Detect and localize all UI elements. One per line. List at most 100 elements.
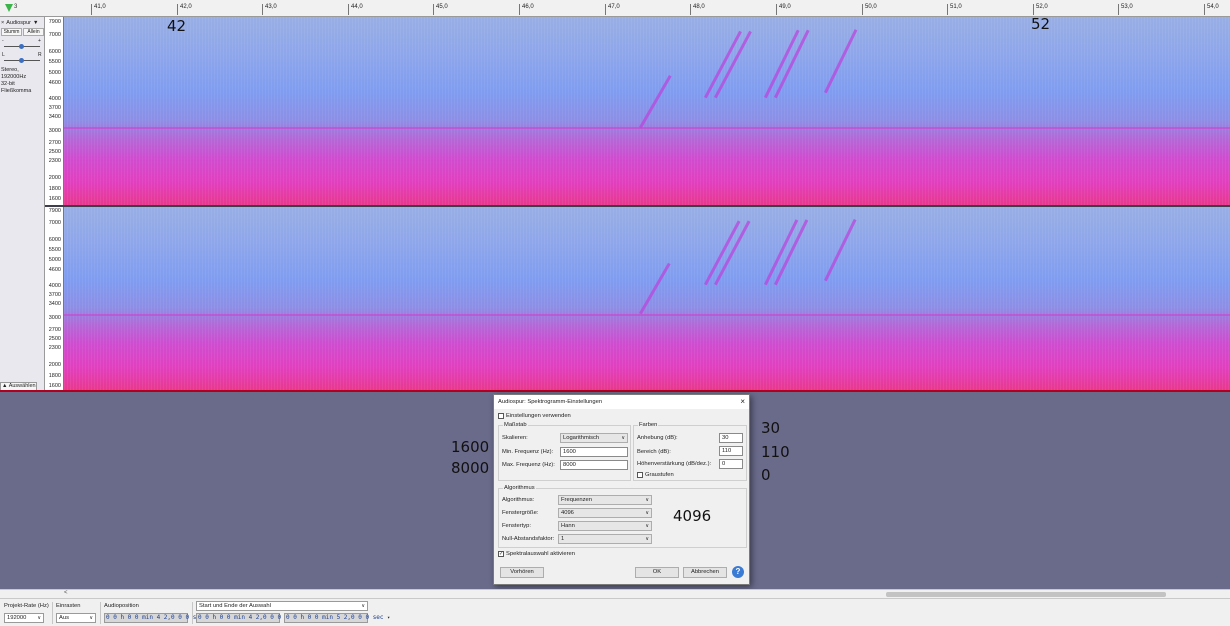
spectral-streak	[824, 218, 857, 282]
annotation-end-time: 52	[1031, 15, 1051, 33]
spectral-selection-checkbox[interactable]: ✓ Spektralauswahl aktivieren	[498, 551, 575, 557]
selection-mode-dropdown[interactable]: Start und Ende der Auswahl ∨	[196, 601, 368, 611]
window-type-value: Hann	[561, 523, 575, 529]
freq-scale-label: 2000	[48, 362, 61, 368]
window-size-label: Fenstergröße:	[502, 510, 539, 516]
solo-button[interactable]: Allein	[23, 28, 44, 36]
cancel-button[interactable]: Abbrechen	[683, 567, 727, 578]
spectral-streak	[704, 220, 741, 286]
track-name[interactable]: Audiospur	[6, 20, 31, 26]
selection-start-value: 0 0 h 0 0 min 4 2,0 0 0 sec	[198, 614, 296, 621]
ruler-tick: 51,0	[947, 4, 962, 15]
freq-scale-label: 3000	[48, 128, 61, 134]
scaling-label: Skalieren:	[502, 435, 528, 441]
scrollbar-thumb[interactable]	[886, 592, 1166, 597]
freq-scale-label: 3400	[48, 114, 61, 120]
use-settings-label: Einstellungen verwenden	[506, 413, 571, 419]
range-label: Bereich (dB):	[637, 449, 671, 455]
ruler-tick: 48,0	[690, 4, 705, 15]
selection-start-field[interactable]: 0 0 h 0 0 min 4 2,0 0 0 sec ▾	[196, 613, 302, 623]
grayscale-checkbox[interactable]: Graustufen	[637, 472, 674, 478]
scroll-left-icon[interactable]: <	[64, 590, 68, 596]
ok-button[interactable]: OK	[635, 567, 679, 578]
use-settings-checkbox[interactable]: Einstellungen verwenden	[498, 413, 571, 419]
high-boost-field[interactable]: 0	[719, 459, 743, 469]
chevron-down-icon: ∨	[645, 523, 649, 529]
scaling-dropdown[interactable]: Logarithmisch ∨	[560, 433, 628, 443]
min-frequency-field[interactable]: 1600	[560, 447, 628, 457]
ruler-tick: 43,0	[262, 4, 277, 15]
close-icon[interactable]: ×	[1, 20, 4, 26]
freq-scale-label: 2300	[48, 345, 61, 351]
checkbox-box[interactable]	[637, 472, 643, 478]
selection-end-field[interactable]: 0 0 h 0 0 min 5 2,0 0 0 sec ▾	[284, 613, 390, 623]
selection-toolbar: Projekt-Rate (Hz) 192000 ∨ Einrasten Aus…	[0, 598, 1230, 626]
freq-scale-label: 7000	[48, 220, 61, 226]
close-icon[interactable]: ×	[740, 396, 745, 408]
range-field[interactable]: 110	[719, 446, 743, 456]
window-type-dropdown[interactable]: Hann ∨	[558, 521, 652, 531]
freq-scale-label: 5500	[48, 247, 61, 253]
snap-dropdown[interactable]: Aus ∨	[56, 613, 96, 623]
spectral-band	[64, 314, 1230, 316]
freq-scale-label: 1800	[48, 186, 61, 192]
spectral-streak	[639, 262, 671, 315]
freq-scale-label: 3700	[48, 292, 61, 298]
algorithm-dropdown[interactable]: Frequenzen ∨	[558, 495, 652, 505]
audio-position-field[interactable]: 0 0 h 0 0 min 4 2,0 0 0 sec ▾	[104, 613, 210, 623]
project-rate-label: Projekt-Rate (Hz)	[4, 603, 49, 609]
frequency-scale-right: 7900 7000 6000 5500 5000 4600 4000 3700 …	[45, 207, 64, 390]
ruler-tick: 52,0	[1033, 4, 1048, 15]
play-head-icon[interactable]	[4, 3, 14, 13]
ruler-tick: 41,0	[91, 4, 106, 15]
window-size-dropdown[interactable]: 4096 ∨	[558, 508, 652, 518]
track-bit-depth: 32-bit Fließkomma	[1, 81, 32, 94]
ruler-tick: 42,0	[177, 4, 192, 15]
collapse-arrow-icon: ▲	[2, 383, 8, 389]
chevron-down-icon[interactable]: ▾	[387, 615, 390, 621]
window-type-label: Fenstertyp:	[502, 523, 531, 529]
gain-minus-label: -	[2, 38, 4, 44]
preview-button[interactable]: Vorhören	[500, 567, 544, 578]
checkbox-box[interactable]: ✓	[498, 551, 504, 557]
chevron-down-icon: ∨	[645, 497, 649, 503]
play-head-count: 3	[14, 4, 18, 10]
dialog-title-bar[interactable]: Audiospur: Spektrogramm-Einstellungen ×	[494, 395, 749, 409]
colors-group-title: Farben	[638, 422, 659, 428]
gain-plus-label: +	[38, 38, 41, 44]
freq-scale-label: 1600	[48, 196, 61, 202]
spectral-selection-label: Spektralauswahl aktivieren	[506, 551, 575, 557]
zero-padding-label: Null-Abstandsfaktor:	[502, 536, 555, 542]
gain-slider-knob[interactable]	[19, 44, 24, 49]
gain-field[interactable]: 30	[719, 433, 743, 443]
chevron-down-icon[interactable]: ▼	[33, 20, 38, 26]
freq-scale-label: 4000	[48, 96, 61, 102]
freq-scale-label: 2500	[48, 336, 61, 342]
annotation-min-frequency: 1600	[451, 438, 490, 456]
max-frequency-field[interactable]: 8000	[560, 460, 628, 470]
selection-mode-value: Start und Ende der Auswahl	[199, 603, 271, 609]
ruler-tick: 44,0	[348, 4, 363, 15]
help-icon[interactable]: ?	[732, 566, 744, 578]
ruler-tick: 50,0	[862, 4, 877, 15]
dialog-title: Audiospur: Spektrogramm-Einstellungen	[498, 399, 603, 405]
freq-scale-label: 2700	[48, 140, 61, 146]
spectrogram-channel-left[interactable]	[64, 17, 1230, 205]
ruler-tick: 47,0	[605, 4, 620, 15]
horizontal-scrollbar[interactable]: <	[0, 589, 1230, 598]
spectrogram-channel-right[interactable]	[64, 207, 1230, 390]
project-rate-dropdown[interactable]: 192000 ∨	[4, 613, 44, 623]
freq-scale-label: 2300	[48, 158, 61, 164]
pan-slider-knob[interactable]	[19, 58, 24, 63]
checkbox-box[interactable]	[498, 413, 504, 419]
mute-button[interactable]: Stumm	[1, 28, 22, 36]
spectral-streak	[824, 29, 858, 94]
zero-padding-dropdown[interactable]: 1 ∨	[558, 534, 652, 544]
track-title-bar[interactable]: × Audiospur ▼	[1, 19, 44, 27]
chevron-down-icon: ∨	[89, 615, 93, 621]
zero-padding-value: 1	[561, 536, 565, 542]
freq-scale-label: 6000	[48, 49, 61, 55]
spectral-band	[64, 127, 1230, 129]
freq-scale-label: 7000	[48, 32, 61, 38]
freq-scale-label: 1600	[48, 383, 61, 389]
